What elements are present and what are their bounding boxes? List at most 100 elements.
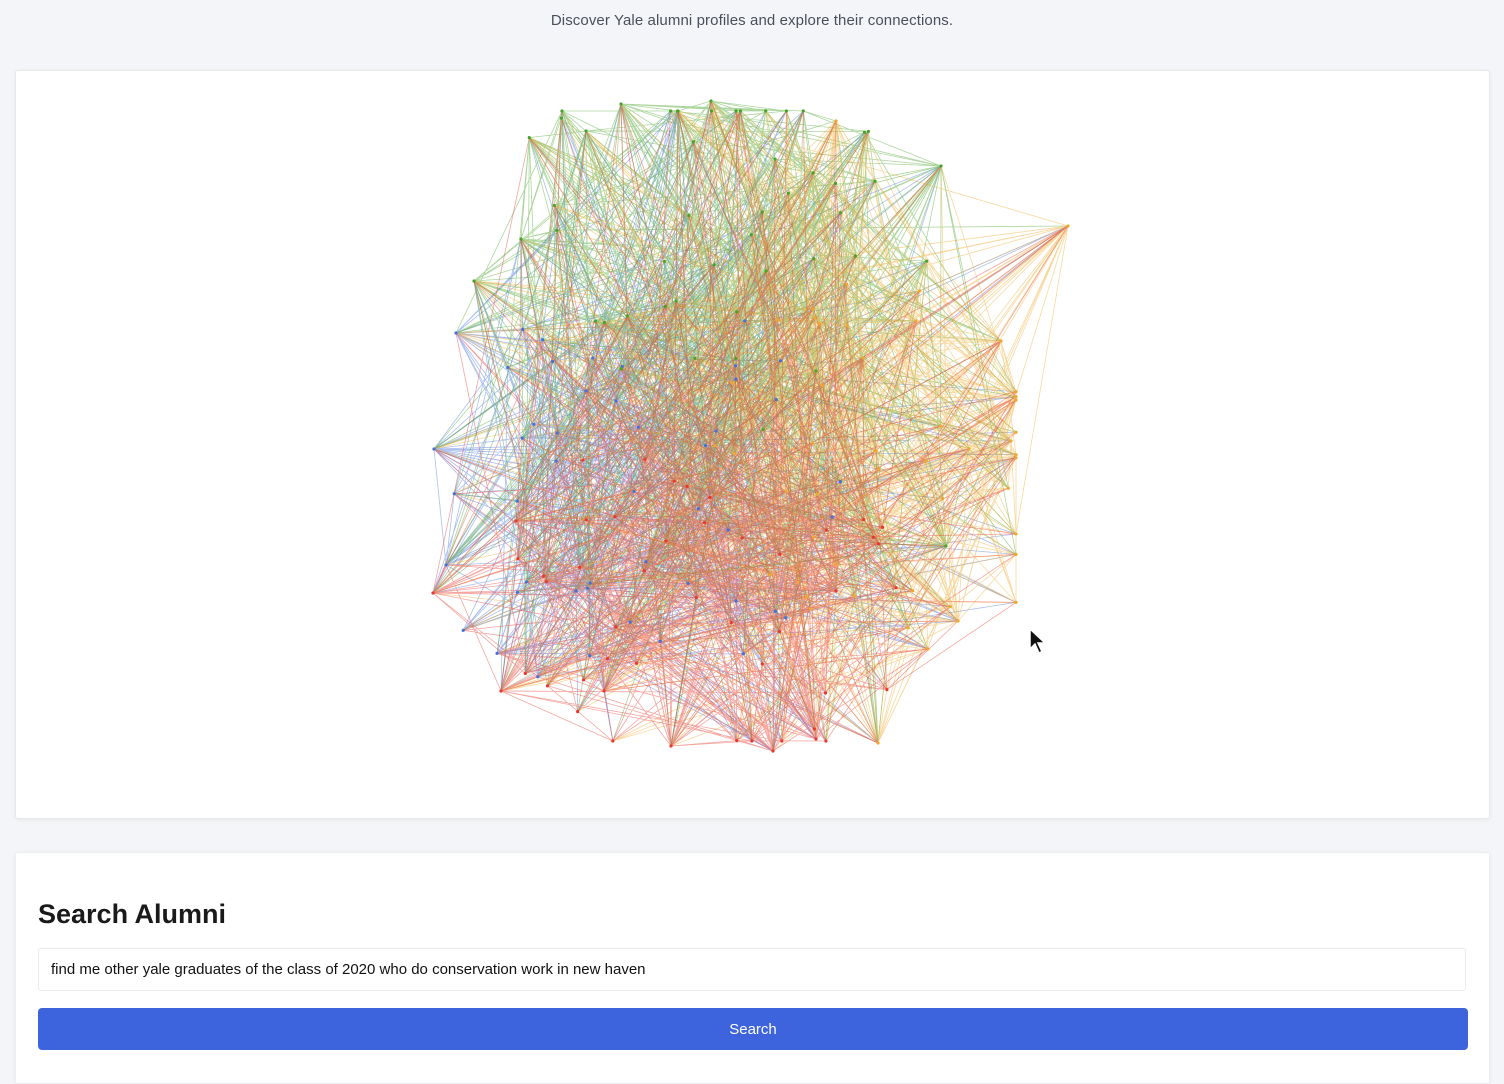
alumni-node[interactable]: [536, 675, 540, 679]
alumni-node[interactable]: [833, 181, 838, 185]
alumni-node[interactable]: [555, 228, 559, 232]
alumni-node[interactable]: [733, 364, 738, 368]
alumni-node[interactable]: [760, 210, 764, 214]
alumni-node[interactable]: [554, 459, 558, 463]
alumni-node[interactable]: [574, 589, 578, 593]
alumni-node[interactable]: [764, 109, 768, 113]
alumni-node[interactable]: [472, 279, 476, 283]
alumni-node[interactable]: [910, 589, 915, 593]
alumni-node[interactable]: [726, 528, 730, 532]
alumni-node[interactable]: [709, 99, 713, 103]
alumni-node[interactable]: [845, 282, 849, 287]
alumni-node[interactable]: [703, 444, 708, 448]
alumni-node[interactable]: [619, 102, 623, 106]
alumni-node[interactable]: [853, 254, 858, 258]
alumni-node[interactable]: [738, 109, 743, 113]
alumni-node[interactable]: [628, 620, 632, 624]
alumni-node[interactable]: [515, 590, 519, 595]
alumni-node[interactable]: [732, 451, 736, 456]
alumni-node[interactable]: [1006, 486, 1010, 490]
alumni-node[interactable]: [499, 689, 503, 693]
alumni-node[interactable]: [674, 299, 678, 303]
search-button[interactable]: Search: [38, 1008, 1468, 1050]
alumni-node[interactable]: [523, 671, 527, 676]
alumni-node[interactable]: [861, 356, 865, 360]
alumni-node[interactable]: [611, 739, 615, 743]
alumni-node[interactable]: [702, 521, 707, 525]
alumni-node[interactable]: [734, 377, 738, 381]
alumni-node[interactable]: [871, 535, 876, 539]
alumni-node[interactable]: [894, 586, 898, 590]
alumni-node[interactable]: [461, 628, 465, 632]
alumni-node[interactable]: [605, 657, 610, 661]
alumni-node[interactable]: [939, 424, 943, 428]
alumni-node[interactable]: [925, 259, 929, 263]
alumni-node[interactable]: [1014, 430, 1018, 434]
alumni-node[interactable]: [560, 109, 564, 113]
alumni-node[interactable]: [687, 213, 691, 218]
alumni-node[interactable]: [521, 327, 525, 331]
alumni-node[interactable]: [778, 552, 782, 556]
alumni-node[interactable]: [776, 318, 780, 322]
alumni-node[interactable]: [545, 684, 550, 688]
alumni-node[interactable]: [586, 586, 590, 590]
alumni-node[interactable]: [709, 109, 714, 113]
alumni-node[interactable]: [663, 304, 668, 309]
alumni-node[interactable]: [632, 489, 636, 494]
alumni-node[interactable]: [735, 310, 739, 314]
alumni-node[interactable]: [764, 269, 768, 273]
alumni-node[interactable]: [761, 427, 765, 431]
alumni-node[interactable]: [559, 116, 563, 120]
alumni-node[interactable]: [830, 515, 834, 519]
alumni-node[interactable]: [520, 436, 524, 440]
alumni-node[interactable]: [876, 542, 881, 546]
alumni-node[interactable]: [749, 233, 753, 237]
alumni-node[interactable]: [532, 422, 536, 426]
alumni-node[interactable]: [823, 691, 828, 695]
alumni-node[interactable]: [555, 431, 559, 435]
alumni-node[interactable]: [588, 581, 592, 585]
alumni-node[interactable]: [669, 744, 673, 748]
search-input[interactable]: [38, 948, 1466, 991]
alumni-node[interactable]: [824, 528, 828, 532]
alumni-node[interactable]: [552, 203, 556, 208]
alumni-node[interactable]: [784, 109, 789, 113]
alumni-node[interactable]: [906, 625, 910, 630]
alumni-node[interactable]: [741, 652, 745, 656]
alumni-node[interactable]: [824, 739, 828, 743]
alumni-node[interactable]: [834, 562, 838, 566]
alumni-node[interactable]: [1066, 224, 1070, 228]
alumni-node[interactable]: [820, 383, 824, 387]
alumni-node[interactable]: [694, 596, 698, 600]
alumni-node[interactable]: [940, 496, 945, 501]
alumni-node[interactable]: [581, 458, 585, 462]
alumni-node[interactable]: [862, 517, 866, 522]
alumni-node[interactable]: [444, 563, 448, 567]
alumni-node[interactable]: [874, 449, 878, 453]
alumni-node[interactable]: [584, 389, 588, 393]
alumni-node[interactable]: [811, 441, 815, 445]
alumni-node[interactable]: [729, 621, 733, 625]
alumni-node[interactable]: [809, 607, 813, 611]
alumni-node[interactable]: [594, 319, 598, 323]
alumni-node[interactable]: [880, 525, 885, 529]
alumni-node[interactable]: [506, 365, 510, 370]
alumni-node[interactable]: [812, 257, 816, 261]
alumni-node[interactable]: [866, 129, 871, 134]
alumni-node[interactable]: [786, 191, 790, 195]
network-graph-panel[interactable]: [15, 70, 1490, 819]
alumni-node[interactable]: [811, 535, 816, 539]
alumni-node[interactable]: [734, 599, 738, 603]
alumni-node[interactable]: [550, 359, 555, 364]
alumni-node[interactable]: [696, 506, 701, 511]
alumni-node[interactable]: [432, 447, 436, 451]
alumni-node[interactable]: [619, 367, 623, 371]
alumni-node[interactable]: [708, 495, 712, 500]
alumni-node[interactable]: [939, 164, 943, 168]
alumni-node[interactable]: [454, 331, 458, 335]
alumni-node[interactable]: [691, 140, 695, 144]
alumni-node[interactable]: [914, 319, 918, 323]
alumni-node[interactable]: [713, 444, 717, 448]
alumni-node[interactable]: [527, 135, 531, 140]
alumni-node[interactable]: [576, 710, 580, 714]
